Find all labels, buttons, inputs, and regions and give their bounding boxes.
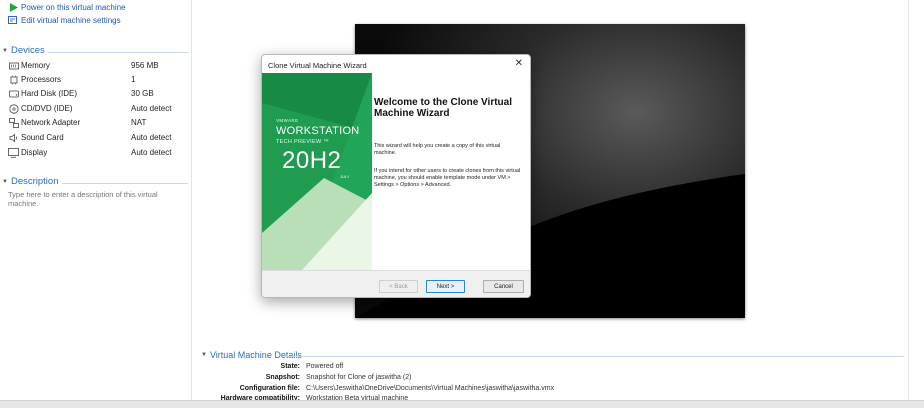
wizard-heading: Welcome to the Clone Virtual Machine Wiz…: [374, 97, 512, 119]
vertical-scrollbar[interactable]: [908, 0, 909, 400]
detail-key: Configuration file:: [239, 385, 300, 392]
sound-card-icon: [8, 133, 19, 143]
device-name: Sound Card: [21, 133, 64, 142]
device-value: Auto detect: [131, 104, 172, 113]
banner-version: 20H2: [282, 147, 342, 174]
power-on-label: Power on this virtual machine: [21, 2, 126, 12]
device-row-memory[interactable]: Memory 956 MB: [8, 60, 188, 71]
processor-icon: [8, 75, 19, 85]
detail-value: C:\Users\Jeswitha\OneDrive\Documents\Vir…: [306, 385, 555, 392]
banner-vendor: VMWARE: [276, 118, 299, 123]
dialog-button-bar: < Back Next > Cancel: [262, 270, 530, 297]
detail-row-configuration-file: Configuration file: C:\Users\Jeswitha\On…: [208, 385, 554, 394]
hard-disk-icon: [8, 89, 19, 99]
vm-summary-panel: Power on this virtual machine Edit virtu…: [0, 0, 192, 400]
wizard-banner: VMWARE WORKSTATION TECH PREVIEW ™ 20H2 J…: [262, 73, 372, 270]
device-row-processors[interactable]: Processors 1: [8, 74, 188, 85]
device-name: Hard Disk (IDE): [21, 89, 78, 98]
devices-section-header[interactable]: ▼ Devices: [2, 45, 45, 56]
device-value: NAT: [131, 118, 147, 127]
back-button[interactable]: < Back: [379, 280, 418, 293]
description-section-header[interactable]: ▼ Description: [2, 176, 58, 187]
settings-icon: [8, 15, 18, 25]
device-row-display[interactable]: Display Auto detect: [8, 147, 188, 158]
display-icon: [8, 147, 19, 158]
clone-vm-wizard-dialog: Clone Virtual Machine Wizard ✕ VMWARE WO…: [261, 54, 531, 298]
chevron-down-icon: ▼: [201, 352, 207, 358]
device-value: 1: [131, 75, 136, 84]
detail-row-snapshot: Snapshot: Snapshot for Clone of jaswitha…: [208, 374, 412, 383]
chevron-down-icon: ▼: [2, 47, 8, 54]
device-row-sound-card[interactable]: Sound Card Auto detect: [8, 132, 188, 143]
detail-value: Snapshot for Clone of jaswitha (2): [306, 374, 412, 381]
description-input[interactable]: Type here to enter a description of this…: [8, 190, 178, 208]
banner-product: WORKSTATION: [276, 125, 360, 137]
vmware-workstation-window: Power on this virtual machine Edit virtu…: [0, 0, 924, 408]
network-adapter-icon: [8, 117, 19, 128]
edit-settings-command[interactable]: Edit virtual machine settings: [8, 15, 121, 25]
device-row-cd-dvd[interactable]: CD/DVD (IDE) Auto detect: [8, 103, 188, 114]
close-icon[interactable]: ✕: [515, 58, 523, 69]
detail-value: Powered off: [306, 363, 344, 370]
play-icon: [8, 2, 18, 12]
detail-key: State:: [280, 363, 300, 370]
device-name: Processors: [21, 75, 62, 84]
device-value: 30 GB: [131, 89, 154, 98]
devices-title: Devices: [10, 45, 45, 56]
chevron-down-icon: ▼: [2, 178, 8, 185]
dialog-title: Clone Virtual Machine Wizard: [268, 61, 367, 70]
device-name: CD/DVD (IDE): [21, 104, 73, 113]
next-button[interactable]: Next >: [426, 280, 465, 293]
cancel-button[interactable]: Cancel: [483, 280, 524, 293]
wizard-template-text: If you intend for other users to create …: [374, 168, 521, 188]
device-value: Auto detect: [131, 133, 172, 142]
edit-settings-label: Edit virtual machine settings: [21, 15, 121, 25]
device-name: Memory: [21, 61, 50, 70]
section-divider: [48, 52, 188, 53]
banner-edition: TECH PREVIEW ™: [276, 139, 330, 145]
device-value: Auto detect: [131, 148, 172, 157]
device-row-network-adapter[interactable]: Network Adapter NAT: [8, 117, 188, 128]
device-value: 956 MB: [131, 61, 159, 70]
detail-key: Snapshot:: [265, 374, 300, 381]
section-divider: [284, 356, 904, 357]
wizard-intro-text: This wizard will help you create a copy …: [374, 143, 501, 156]
memory-icon: [8, 61, 19, 71]
cd-dvd-icon: [8, 103, 19, 114]
description-title: Description: [10, 176, 59, 187]
banner-month: JULY: [340, 174, 350, 179]
vm-details-title: Virtual Machine Details: [209, 350, 302, 360]
device-name: Display: [21, 148, 48, 157]
section-divider: [62, 183, 188, 184]
device-row-hard-disk[interactable]: Hard Disk (IDE) 30 GB: [8, 88, 188, 99]
device-name: Network Adapter: [21, 118, 81, 127]
detail-row-state: State: Powered off: [208, 363, 344, 372]
vm-details-section-header[interactable]: ▼ Virtual Machine Details: [201, 350, 302, 360]
power-on-command[interactable]: Power on this virtual machine: [8, 2, 126, 12]
status-bar: [0, 400, 924, 408]
